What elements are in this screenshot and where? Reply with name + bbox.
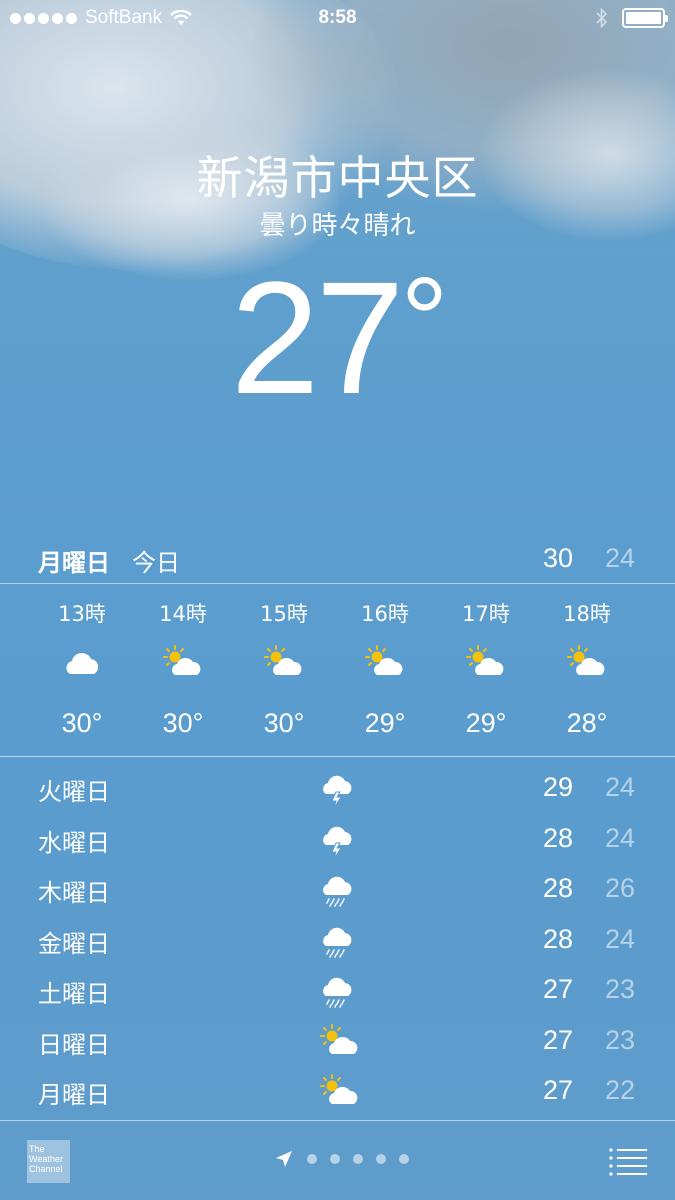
hour-label: 時 <box>0 598 22 628</box>
weather-channel-logo[interactable]: The Weather Channel <box>27 1140 70 1183</box>
status-bar: SoftBank 8:58 <box>0 0 675 38</box>
hour-label: 15時 <box>260 602 308 626</box>
page-dot <box>307 1154 317 1164</box>
weather-condition: 曇り時々晴れ <box>259 211 416 241</box>
daily-row: 金曜日 28 24 <box>0 916 675 966</box>
today-high: 30 <box>542 543 574 573</box>
hour-temperature: 30° <box>263 708 305 738</box>
day-low: 26 <box>604 873 636 903</box>
today-summary: 月曜日 今日 30 24 <box>0 537 675 583</box>
hour-label: 18 <box>648 598 675 622</box>
day-high: 29 <box>542 772 574 802</box>
page-dot <box>376 1154 386 1164</box>
today-low: 24 <box>604 543 636 573</box>
daily-row: 日曜日 27 23 <box>0 1017 675 1067</box>
battery-icon <box>622 8 668 28</box>
location-arrow-icon <box>276 1151 292 1167</box>
thunderstorm-icon <box>318 770 358 809</box>
page-dot <box>330 1154 340 1164</box>
hour-temperature: 30° <box>61 708 103 738</box>
day-high: 28 <box>542 873 574 903</box>
degree-symbol: ° <box>400 253 448 387</box>
hour-temperature: 日 <box>648 708 675 747</box>
day-high: 28 <box>542 822 574 853</box>
daily-row: 土曜日 27 23 <box>0 966 675 1016</box>
day-name: 火曜日 <box>38 778 110 806</box>
day-name: 月曜日 <box>38 1081 110 1109</box>
sunset-icon <box>666 644 675 678</box>
day-name: 木曜日 <box>38 879 110 907</box>
day-high: 27 <box>542 974 574 1004</box>
partly-sunny-icon <box>318 1073 358 1111</box>
bluetooth-icon <box>596 7 608 29</box>
daily-row: 月曜日 27 22 <box>0 1067 675 1117</box>
partly-sunny-icon <box>363 644 407 678</box>
day-name: 水曜日 <box>38 828 110 857</box>
hour-label: 13時 <box>58 602 106 626</box>
rain-icon <box>318 972 358 1010</box>
day-name: 日曜日 <box>38 1030 110 1059</box>
hour-label: 17時 <box>462 602 510 626</box>
daily-row: 火曜日 29 24 <box>0 764 675 814</box>
partly-sunny-icon <box>318 1023 358 1061</box>
partial-icon <box>0 644 4 678</box>
hour-temperature: 30° <box>162 708 204 738</box>
bottom-bar: The Weather Channel <box>0 1121 675 1200</box>
today-label: 今日 <box>132 549 180 577</box>
divider <box>0 756 675 757</box>
day-low: 24 <box>604 772 636 802</box>
page-indicator[interactable] <box>274 1149 409 1169</box>
day-low: 23 <box>604 1024 636 1055</box>
day-low: 23 <box>604 974 636 1004</box>
cloud-icon <box>60 644 104 678</box>
hour-label: 16時 <box>361 602 409 626</box>
day-high: 27 <box>542 1024 574 1055</box>
hour-temperature: 28° <box>566 708 608 738</box>
hour-temperature: 29° <box>364 708 406 738</box>
status-right <box>596 7 668 29</box>
daily-row: 木曜日 28 26 <box>0 865 675 915</box>
hour-label: 14時 <box>159 602 207 626</box>
today-day: 月曜日 <box>38 549 110 577</box>
day-name: 土曜日 <box>38 980 110 1008</box>
day-high: 27 <box>542 1075 574 1105</box>
city-name: 新潟市中央区 <box>196 151 479 205</box>
partly-sunny-icon <box>464 644 508 678</box>
day-low: 24 <box>604 923 636 954</box>
hourly-forecast[interactable]: 時 ° 13時 30° 14時 30° 15時 30° 16時 29° 17時 29° 18時 28° 18… <box>0 584 675 756</box>
page-dot <box>399 1154 409 1164</box>
rain-icon <box>318 871 358 909</box>
list-icon[interactable] <box>608 1146 648 1176</box>
thunderstorm-icon <box>318 821 358 859</box>
day-high: 28 <box>542 923 574 954</box>
current-temperature: 27° <box>0 258 675 418</box>
hour-temperature: 29° <box>465 708 507 738</box>
day-low: 22 <box>604 1075 636 1105</box>
page-dot <box>353 1154 363 1164</box>
day-low: 24 <box>604 822 636 853</box>
partly-sunny-icon <box>565 644 609 678</box>
partly-sunny-icon <box>161 644 205 678</box>
day-name: 金曜日 <box>38 929 110 958</box>
hour-temperature: ° <box>0 708 22 739</box>
partly-sunny-icon <box>262 644 306 678</box>
rain-icon <box>318 922 358 960</box>
daily-row: 水曜日 28 24 <box>0 815 675 865</box>
temperature-value: 27 <box>230 248 405 427</box>
hour-label: 18時 <box>563 602 611 626</box>
clock: 8:58 <box>318 7 357 28</box>
